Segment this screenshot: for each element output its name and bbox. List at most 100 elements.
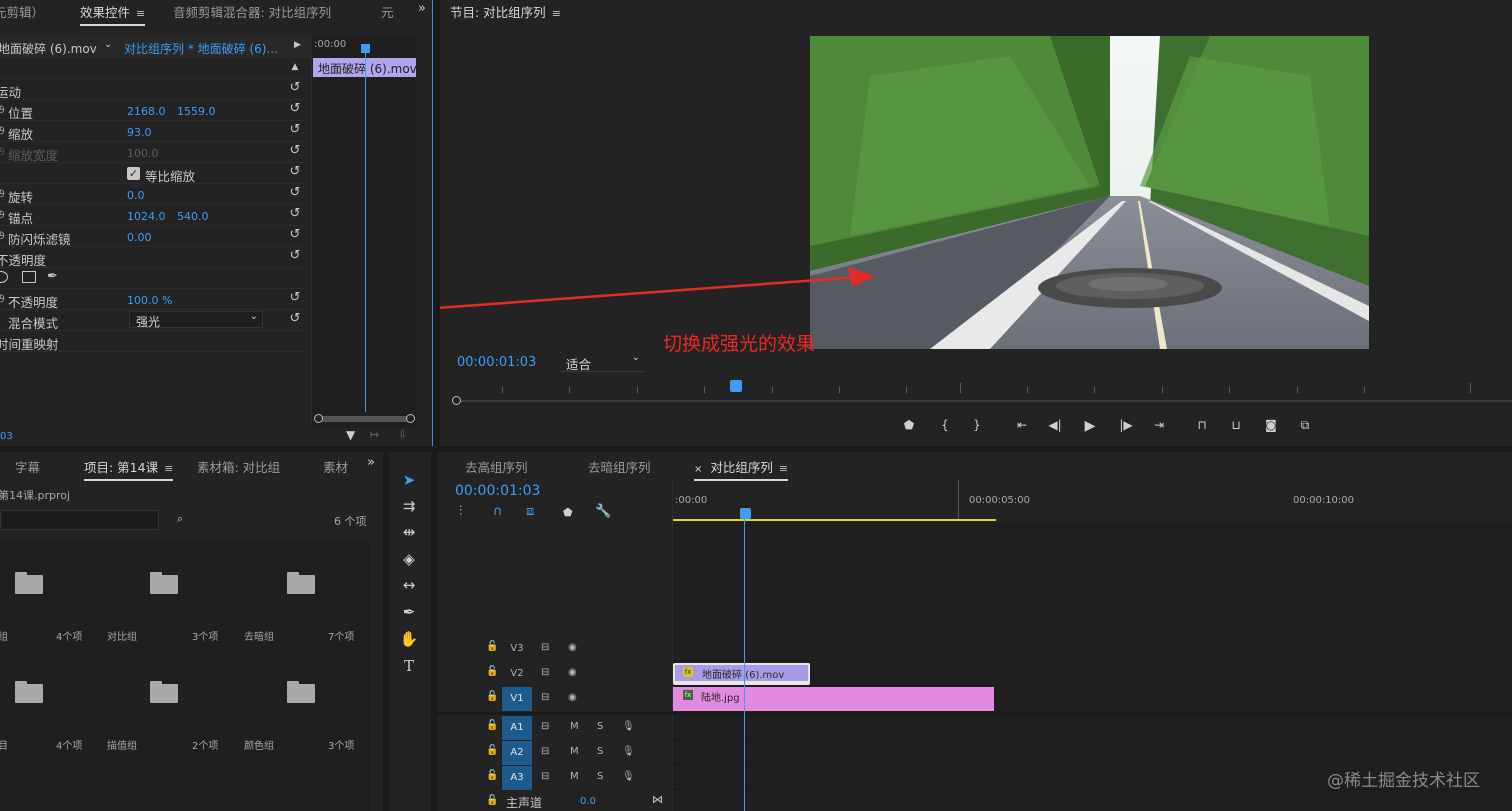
microphone-icon[interactable]: 🎙 [622, 746, 635, 757]
motion-row[interactable]: 运动 ↺ [0, 79, 306, 100]
eye-icon[interactable]: ◉ [568, 692, 577, 703]
tab-sequence-contrast[interactable]: × 对比组序列 ≡ [694, 457, 789, 481]
tab-project[interactable]: 项目: 第14课 ≡ [84, 457, 174, 481]
extract-icon[interactable]: ⊔ [1226, 418, 1246, 434]
program-ruler[interactable] [452, 380, 1512, 405]
play-icon[interactable]: ▶ [1080, 418, 1100, 434]
zoom-scrollbar[interactable] [315, 416, 413, 422]
reset-icon[interactable]: ↺ [288, 207, 302, 221]
export-icon[interactable]: ↦ [370, 428, 379, 441]
compare-icon[interactable]: ⧉ [1295, 418, 1315, 434]
lock-icon[interactable]: 🔓 [486, 691, 498, 702]
mark-out-icon[interactable]: } [967, 418, 987, 434]
track-name[interactable]: V3 [502, 637, 532, 661]
pen-mask-icon[interactable]: ✒ [47, 269, 58, 284]
sync-lock-icon[interactable]: ⊟ [541, 746, 549, 757]
add-marker-icon[interactable]: ⬟ [563, 506, 573, 519]
reset-icon[interactable]: ↺ [288, 81, 302, 95]
add-marker-icon[interactable]: ⬟ [899, 418, 919, 434]
tab-source[interactable]: 元剪辑） [0, 2, 44, 21]
blend-mode-select[interactable]: 强光 ⌄ [129, 311, 263, 329]
reset-icon[interactable]: ↺ [288, 165, 302, 179]
camera-icon[interactable]: ◙ [1261, 418, 1281, 434]
folder-icon[interactable] [15, 681, 43, 703]
sequence-clip-name[interactable]: 对比组序列 * 地面破碎 (6)... [124, 40, 278, 57]
insert-nest-icon[interactable]: ⫶ [459, 504, 462, 519]
rotation-value[interactable]: 0.0 [127, 189, 145, 202]
reset-icon[interactable]: ↺ [288, 102, 302, 116]
pen-tool-icon[interactable]: ✒ [398, 601, 420, 623]
track-name[interactable]: A1 [502, 716, 532, 740]
microphone-icon[interactable]: 🎙 [622, 771, 635, 782]
master-volume-value[interactable]: 0.0 [580, 796, 596, 807]
track-name[interactable]: A3 [502, 766, 532, 790]
sync-lock-icon[interactable]: ⊟ [541, 642, 549, 653]
panel-overflow-icon[interactable]: » [418, 1, 426, 16]
opacity-group-row[interactable]: 不透明度 ↺ [0, 247, 306, 268]
step-forward-icon[interactable]: |▶ [1116, 418, 1136, 434]
stopwatch-icon[interactable]: ◷ [0, 104, 5, 115]
mark-in-icon[interactable]: { [935, 418, 955, 434]
tab-media[interactable]: 素材 [323, 457, 348, 476]
panel-menu-icon[interactable]: ≡ [552, 7, 561, 20]
eye-icon[interactable]: ◉ [568, 667, 577, 678]
eye-icon[interactable]: ◉ [568, 642, 577, 653]
reset-icon[interactable]: ↺ [288, 186, 302, 200]
scroll-handle-left-icon[interactable] [452, 396, 461, 405]
tab-audio-clip-mixer[interactable]: 音频剪辑混合器: 对比组序列 [173, 2, 331, 21]
sync-lock-icon[interactable]: ⊟ [541, 721, 549, 732]
lock-icon[interactable]: 🔓 [486, 720, 498, 731]
panel-overflow-icon[interactable]: » [367, 455, 375, 470]
rectangle-mask-icon[interactable] [22, 271, 36, 283]
project-search-input[interactable] [0, 510, 159, 530]
chevron-down-icon[interactable]: ⌄ [104, 39, 112, 50]
tab-captions[interactable]: 字幕 [15, 457, 40, 476]
reset-icon[interactable]: ↺ [288, 249, 302, 263]
sync-lock-icon[interactable]: ⊟ [541, 692, 549, 703]
type-tool-icon[interactable]: T [398, 655, 420, 677]
sync-lock-icon[interactable]: ⊟ [541, 771, 549, 782]
tab-sequence-shadows[interactable]: 去暗组序列 [588, 457, 651, 476]
wrench-icon[interactable]: 🔧 [595, 504, 611, 519]
solo-button[interactable]: S [597, 721, 603, 732]
playhead-marker-icon[interactable] [730, 380, 742, 392]
lock-icon[interactable]: 🔓 [486, 770, 498, 781]
folder-icon[interactable] [15, 572, 43, 594]
source-clip-name[interactable]: 地面破碎 (6).mov [0, 40, 97, 57]
solo-button[interactable]: S [597, 771, 603, 782]
work-area-bar[interactable] [673, 519, 996, 521]
new-search-bin-icon[interactable]: ⌕ [177, 512, 183, 526]
selection-tool-icon[interactable]: ➤ [398, 469, 420, 491]
mute-button[interactable]: M [570, 721, 579, 732]
timeline-timecode[interactable]: 00:00:01:03 [455, 483, 540, 499]
microphone-icon[interactable]: 🎙 [622, 721, 635, 732]
playhead-marker-icon[interactable] [740, 508, 751, 519]
panel-menu-icon[interactable]: ≡ [136, 7, 145, 20]
stopwatch-icon[interactable]: ◷ [0, 209, 5, 220]
program-monitor-title[interactable]: 节目: 对比组序列 ≡ [450, 2, 561, 21]
ripple-edit-tool-icon[interactable]: ⇹ [398, 521, 420, 543]
reset-icon[interactable]: ↺ [288, 228, 302, 242]
go-to-end-icon[interactable]: ⋈ [652, 793, 663, 806]
stopwatch-icon[interactable]: ◷ [0, 230, 5, 241]
scroll-handle-left-icon[interactable] [314, 414, 323, 423]
collapse-up-icon[interactable]: ▲ [288, 60, 302, 74]
reset-icon[interactable]: ↺ [288, 144, 302, 158]
timeline-ruler[interactable]: :00:00 00:00:05:00 00:00:10:00 [672, 478, 1512, 522]
import-icon[interactable]: ⇩ [398, 428, 407, 441]
close-icon[interactable]: × [694, 464, 702, 475]
razor-tool-icon[interactable]: ◈ [398, 548, 420, 570]
folder-icon[interactable] [287, 572, 315, 594]
lock-icon[interactable]: 🔓 [486, 795, 498, 806]
linked-selection-icon[interactable]: ⧈ [526, 504, 534, 519]
anchor-x-value[interactable]: 1024.0 [127, 210, 166, 223]
stopwatch-icon[interactable]: ◷ [0, 125, 5, 136]
tab-bin[interactable]: 素材箱: 对比组 [197, 457, 280, 476]
go-to-out-icon[interactable]: ⇥ [1149, 418, 1169, 434]
stopwatch-icon[interactable]: ◷ [0, 293, 5, 304]
track-select-tool-icon[interactable]: ⇉ [398, 495, 420, 517]
scroll-handle-right-icon[interactable] [406, 414, 415, 423]
anti-flicker-value[interactable]: 0.00 [127, 231, 152, 244]
solo-button[interactable]: S [597, 746, 603, 757]
play-only-icon[interactable]: ▶ [294, 40, 301, 50]
